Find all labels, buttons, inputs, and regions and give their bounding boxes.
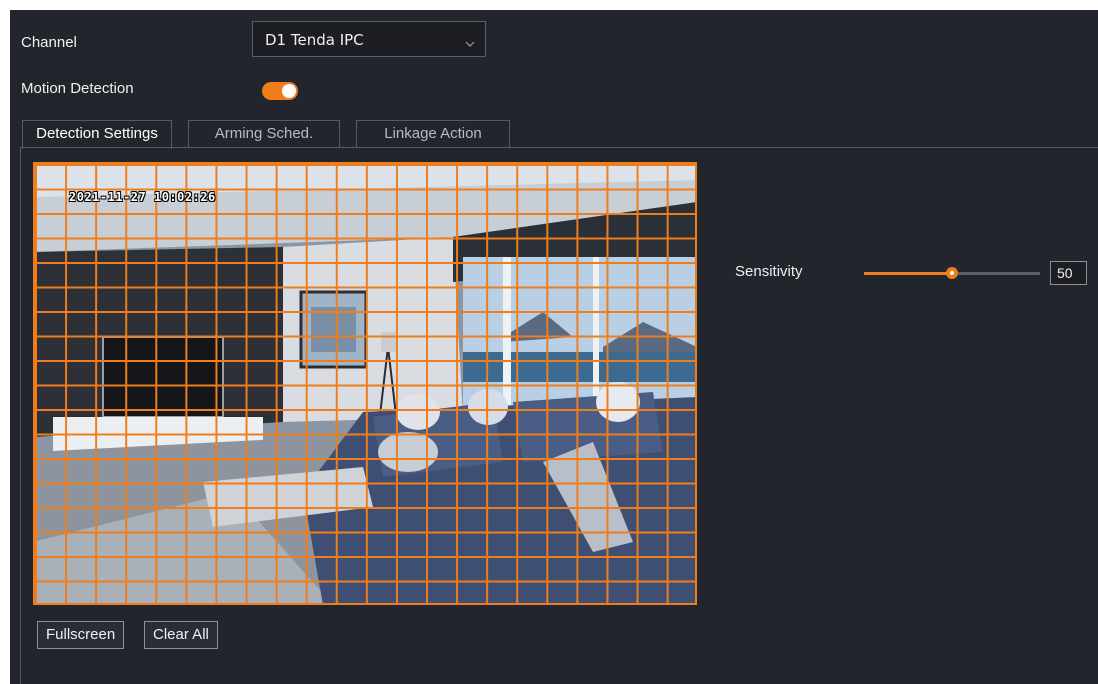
sensitivity-slider[interactable]	[864, 267, 1040, 279]
tab-linkage-action[interactable]: Linkage Action	[356, 120, 510, 148]
motion-detection-toggle[interactable]	[262, 82, 298, 100]
sensitivity-value-input[interactable]: 50	[1050, 261, 1087, 285]
motion-detection-grid[interactable]	[33, 162, 697, 605]
channel-label: Channel	[21, 34, 77, 51]
sensitivity-label: Sensitivity	[735, 263, 803, 280]
fullscreen-button[interactable]: Fullscreen	[37, 621, 125, 649]
content-border	[20, 148, 21, 684]
tab-bar-divider	[20, 147, 1098, 148]
clear-all-button[interactable]: Clear All	[144, 621, 218, 649]
tab-arming-sched[interactable]: Arming Sched.	[188, 120, 340, 148]
sensitivity-slider-fill	[864, 272, 952, 275]
sensitivity-slider-thumb[interactable]	[946, 267, 958, 279]
chevron-down-icon	[465, 35, 475, 53]
video-timestamp: 2021-11-27 10:02:26	[69, 190, 216, 204]
motion-detection-label: Motion Detection	[21, 80, 134, 97]
toggle-knob	[282, 84, 296, 98]
tab-detection-settings[interactable]: Detection Settings	[22, 120, 172, 149]
camera-preview[interactable]: 2021-11-27 10:02:26	[33, 162, 697, 605]
channel-select[interactable]: D1 Tenda IPC	[252, 21, 486, 57]
channel-select-value: D1 Tenda IPC	[265, 31, 364, 49]
